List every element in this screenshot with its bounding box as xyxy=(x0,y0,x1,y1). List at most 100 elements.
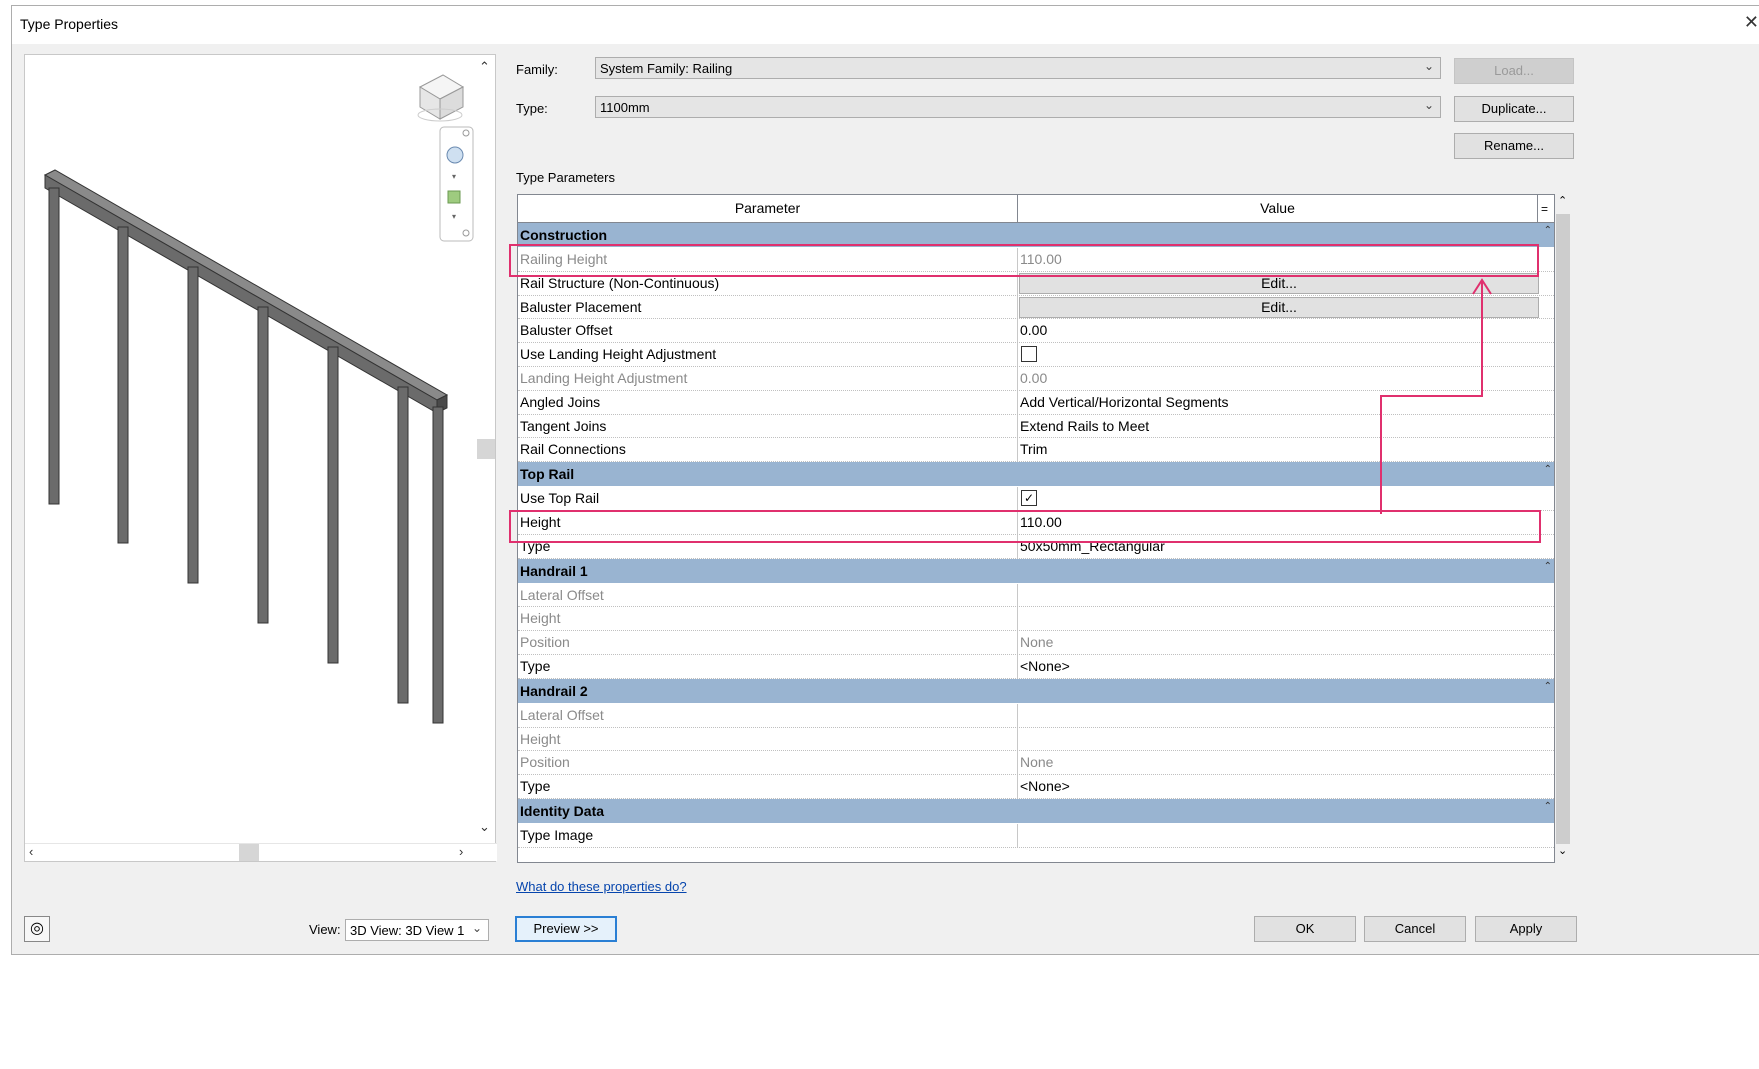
title-bar: Type Properties ✕ xyxy=(12,6,1759,44)
collapse-icon[interactable]: ⌃ xyxy=(1544,801,1552,812)
window-title: Type Properties xyxy=(20,16,119,32)
collapse-icon[interactable]: ⌃ xyxy=(1544,561,1552,572)
parameter-name: Lateral Offset xyxy=(520,586,604,603)
parameter-name: Baluster Placement xyxy=(520,298,642,315)
parameter-row[interactable]: Type <None> xyxy=(518,654,1554,679)
parameter-row[interactable]: Lateral Offset xyxy=(518,583,1554,608)
parameter-row[interactable]: Type 50x50mm_Rectangular xyxy=(518,534,1554,559)
parameter-name: Rail Connections xyxy=(520,441,626,458)
preview-button[interactable]: Preview >> xyxy=(515,916,617,942)
scroll-up-icon[interactable]: ⌃ xyxy=(479,59,490,75)
parameter-name: Landing Height Adjustment xyxy=(520,369,688,386)
collapse-icon[interactable]: ⌃ xyxy=(1544,681,1552,692)
parameter-row[interactable]: Lateral Offset xyxy=(518,703,1554,728)
view-select[interactable]: 3D View: 3D View 1 ⌄ xyxy=(345,919,489,941)
navigation-wheel-icon: ▾ ▾ xyxy=(439,126,474,242)
group-header[interactable]: Construction ⌃ xyxy=(518,223,1554,248)
group-header[interactable]: Identity Data ⌃ xyxy=(518,798,1554,824)
chevron-down-icon: ⌄ xyxy=(471,921,482,935)
chevron-down-icon: ⌄ xyxy=(1423,59,1434,73)
parameter-row[interactable]: Position None xyxy=(518,631,1554,655)
preview-hscroll-thumb[interactable] xyxy=(239,844,259,861)
formula-column-header[interactable]: = xyxy=(1537,196,1551,222)
chevron-down-icon: ⌄ xyxy=(1423,98,1434,112)
parameter-name: Railing Height xyxy=(520,251,608,267)
parameter-name: Use Top Rail xyxy=(520,490,600,507)
parameter-row[interactable]: Height xyxy=(518,607,1554,632)
ok-button[interactable]: OK xyxy=(1254,916,1356,942)
parameter-value[interactable]: Extend Rails to Meet xyxy=(1020,418,1149,434)
parameter-value[interactable]: 110.00 xyxy=(1020,251,1062,267)
link-arrow xyxy=(1380,278,1492,514)
checkbox-icon[interactable] xyxy=(1021,346,1037,363)
preview-vscroll-thumb[interactable] xyxy=(477,439,495,459)
view-value: 3D View: 3D View 1 xyxy=(350,923,465,938)
close-icon[interactable]: ✕ xyxy=(1744,12,1759,33)
group-name: Top Rail xyxy=(520,466,575,483)
load-button[interactable]: Load... xyxy=(1454,58,1574,84)
parameter-name: Lateral Offset xyxy=(520,706,604,723)
parameter-value[interactable]: Trim xyxy=(1020,441,1047,457)
type-label: Type: xyxy=(516,101,548,116)
parameter-value[interactable]: Add Vertical/Horizontal Segments xyxy=(1020,394,1229,410)
svg-text:▾: ▾ xyxy=(452,212,456,221)
parameter-value[interactable]: 0.00 xyxy=(1020,322,1047,338)
type-value: 1100mm xyxy=(600,100,650,115)
family-label: Family: xyxy=(516,62,558,77)
parameter-column-header[interactable]: Parameter xyxy=(518,195,1018,222)
view-label: View: xyxy=(309,922,341,937)
family-select[interactable]: System Family: Railing ⌄ xyxy=(595,57,1441,79)
svg-text:▾: ▾ xyxy=(452,172,456,181)
parameter-name: Type Image xyxy=(520,826,594,843)
parameter-row[interactable]: Position None xyxy=(518,751,1554,776)
grid-header: Parameter Value xyxy=(518,195,1554,223)
parameter-row[interactable]: Type Image xyxy=(518,823,1554,848)
scroll-down-icon[interactable]: ⌄ xyxy=(1558,844,1567,857)
parameter-row[interactable]: Height xyxy=(518,727,1554,752)
group-name: Handrail 2 xyxy=(520,682,588,699)
steering-wheel-icon[interactable]: ◎ xyxy=(24,916,50,942)
parameter-name: Position xyxy=(520,754,570,771)
scroll-up-icon[interactable]: ⌃ xyxy=(1558,194,1567,207)
parameter-row[interactable]: Type <None> xyxy=(518,775,1554,799)
grid-vscroll[interactable]: ⌃ ⌄ xyxy=(1555,194,1571,863)
scroll-down-icon[interactable]: ⌄ xyxy=(479,819,490,835)
group-header[interactable]: Handrail 1 ⌃ xyxy=(518,558,1554,584)
parameter-row[interactable]: Railing Height 110.00 xyxy=(518,248,1554,272)
scroll-left-icon[interactable]: ‹ xyxy=(29,844,33,859)
preview-pane[interactable]: ▾ ▾ ⌃ ⌄ ‹ › xyxy=(24,54,497,862)
collapse-icon[interactable]: ⌃ xyxy=(1544,225,1552,236)
grid-vscroll-thumb[interactable] xyxy=(1556,214,1570,844)
preview-hscroll[interactable]: ‹ › xyxy=(25,843,497,861)
group-name: Handrail 1 xyxy=(520,562,588,579)
parameter-name: Type xyxy=(520,778,551,795)
parameter-name: Position xyxy=(520,634,570,651)
scroll-right-icon[interactable]: › xyxy=(459,844,463,859)
parameter-value[interactable]: None xyxy=(1020,634,1053,650)
parameter-name: Use Landing Height Adjustment xyxy=(520,346,717,363)
parameter-name: Baluster Offset xyxy=(520,322,613,339)
group-header[interactable]: Handrail 2 ⌃ xyxy=(518,678,1554,704)
cancel-button[interactable]: Cancel xyxy=(1364,916,1466,942)
family-value: System Family: Railing xyxy=(600,61,733,76)
duplicate-button[interactable]: Duplicate... xyxy=(1454,96,1574,122)
parameter-value[interactable]: 50x50mm_Rectangular xyxy=(1020,538,1165,554)
rename-button[interactable]: Rename... xyxy=(1454,133,1574,159)
parameter-value[interactable]: 0.00 xyxy=(1020,370,1047,386)
checkbox-icon[interactable]: ✓ xyxy=(1021,490,1037,507)
value-column-header[interactable]: Value xyxy=(1018,195,1538,222)
parameter-value[interactable]: None xyxy=(1020,754,1053,770)
parameter-name: Tangent Joins xyxy=(520,417,607,434)
collapse-icon[interactable]: ⌃ xyxy=(1544,464,1552,475)
parameter-value[interactable]: 110.00 xyxy=(1020,514,1062,530)
type-select[interactable]: 1100mm ⌄ xyxy=(595,96,1441,118)
parameter-name: Rail Structure (Non-Continuous) xyxy=(520,274,720,291)
parameter-name: Height xyxy=(520,513,561,530)
parameter-value[interactable]: <None> xyxy=(1020,658,1070,674)
help-link[interactable]: What do these properties do? xyxy=(516,879,687,894)
parameter-name: Type xyxy=(520,657,551,674)
parameter-value[interactable]: <None> xyxy=(1020,778,1070,794)
group-name: Identity Data xyxy=(520,802,605,819)
apply-button[interactable]: Apply xyxy=(1475,916,1577,942)
parameter-name: Height xyxy=(520,730,561,747)
